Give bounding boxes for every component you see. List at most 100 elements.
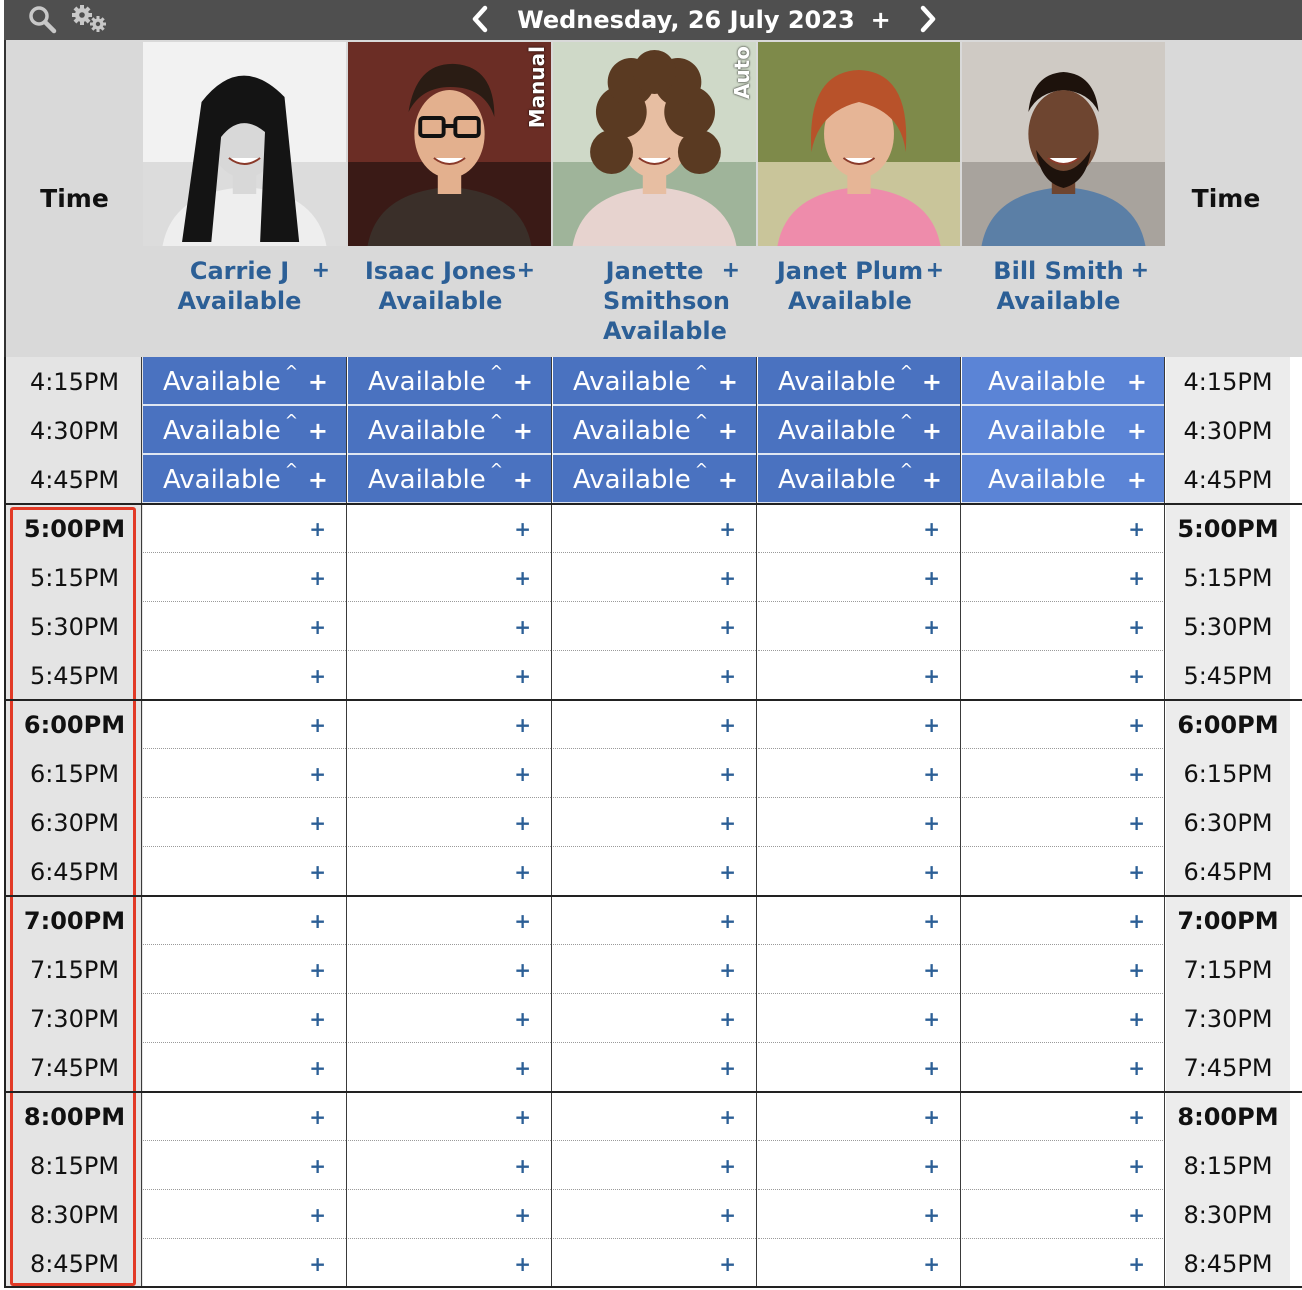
add-booking-button[interactable]: + <box>719 847 736 896</box>
available-label[interactable]: Available <box>988 406 1106 455</box>
empty-slot[interactable]: + <box>348 602 551 651</box>
empty-slot[interactable]: + <box>553 994 756 1043</box>
add-booking-button[interactable]: + <box>719 798 736 847</box>
add-booking-button[interactable]: + <box>1128 700 1145 749</box>
empty-slot[interactable]: + <box>962 553 1165 602</box>
staff-photo[interactable] <box>553 42 756 246</box>
add-booking-button[interactable]: + <box>309 896 326 945</box>
caret-up-icon[interactable]: ^ <box>285 411 298 430</box>
add-booking-button[interactable]: + <box>718 357 738 406</box>
caret-up-icon[interactable]: ^ <box>900 460 913 479</box>
add-booking-button[interactable]: + <box>923 553 940 602</box>
empty-slot[interactable]: + <box>758 602 960 651</box>
available-label[interactable]: Available <box>988 455 1106 504</box>
add-booking-button[interactable]: + <box>514 553 531 602</box>
available-slot[interactable]: Available ^ + <box>758 357 960 406</box>
add-booking-button[interactable]: + <box>922 455 942 504</box>
empty-slot[interactable]: + <box>348 700 551 749</box>
add-booking-button[interactable]: + <box>309 847 326 896</box>
add-booking-button[interactable]: + <box>513 406 533 455</box>
empty-slot[interactable]: + <box>348 798 551 847</box>
date-label[interactable]: Wednesday, 26 July 2023 <box>517 6 854 34</box>
add-booking-button[interactable]: + <box>718 406 738 455</box>
add-booking-button[interactable]: + <box>309 1092 326 1141</box>
add-booking-button[interactable]: + <box>1128 1141 1145 1190</box>
add-booking-button[interactable]: + <box>1128 553 1145 602</box>
add-date-button[interactable]: + <box>871 6 891 34</box>
available-label[interactable]: Available ^ <box>778 455 913 504</box>
empty-slot[interactable]: + <box>962 1141 1165 1190</box>
add-booking-button[interactable]: + <box>514 1092 531 1141</box>
add-booking-button[interactable]: + <box>514 896 531 945</box>
empty-slot[interactable]: + <box>348 1092 551 1141</box>
empty-slot[interactable]: + <box>143 1092 346 1141</box>
add-booking-button[interactable]: + <box>309 994 326 1043</box>
add-booking-button[interactable]: + <box>309 798 326 847</box>
empty-slot[interactable]: + <box>143 749 346 798</box>
add-booking-button[interactable]: + <box>1128 896 1145 945</box>
add-booking-button[interactable]: + <box>514 945 531 994</box>
add-booking-button[interactable]: + <box>309 553 326 602</box>
staff-name[interactable]: Janette Smithson <box>603 256 730 316</box>
add-booking-button[interactable]: + <box>923 1239 940 1288</box>
empty-slot[interactable]: + <box>758 798 960 847</box>
available-slot[interactable]: Available ^ + <box>553 357 756 406</box>
add-booking-button[interactable]: + <box>1128 847 1145 896</box>
empty-slot[interactable]: + <box>348 749 551 798</box>
add-booking-button[interactable]: + <box>719 651 736 700</box>
empty-slot[interactable]: + <box>553 1190 756 1239</box>
empty-slot[interactable]: + <box>758 994 960 1043</box>
add-booking-button[interactable]: + <box>719 1092 736 1141</box>
add-booking-button[interactable]: + <box>1128 798 1145 847</box>
add-booking-button[interactable]: + <box>1127 357 1147 406</box>
staff-name[interactable]: Carrie J <box>173 256 306 286</box>
add-booking-button[interactable]: + <box>309 700 326 749</box>
add-booking-button[interactable]: + <box>923 651 940 700</box>
empty-slot[interactable]: + <box>962 504 1165 553</box>
available-slot[interactable]: Available ^ + <box>758 455 960 504</box>
add-booking-button[interactable]: + <box>1128 1043 1145 1092</box>
empty-slot[interactable]: + <box>143 798 346 847</box>
empty-slot[interactable]: + <box>553 504 756 553</box>
staff-status[interactable]: Available <box>603 316 727 346</box>
empty-slot[interactable]: + <box>962 1190 1165 1239</box>
empty-slot[interactable]: + <box>348 994 551 1043</box>
add-booking-button[interactable]: + <box>923 700 940 749</box>
add-booking-button[interactable]: + <box>308 455 328 504</box>
add-booking-button[interactable]: + <box>719 602 736 651</box>
empty-slot[interactable]: + <box>553 798 756 847</box>
caret-up-icon[interactable]: ^ <box>285 362 298 381</box>
empty-slot[interactable]: + <box>143 945 346 994</box>
empty-slot[interactable]: + <box>758 749 960 798</box>
empty-slot[interactable]: + <box>553 602 756 651</box>
available-slot[interactable]: Available ^ + <box>348 406 551 455</box>
empty-slot[interactable]: + <box>758 553 960 602</box>
add-booking-button[interactable]: + <box>514 847 531 896</box>
add-booking-button[interactable]: + <box>514 1043 531 1092</box>
empty-slot[interactable]: + <box>348 945 551 994</box>
add-booking-button[interactable]: + <box>513 455 533 504</box>
add-booking-button[interactable]: + <box>1127 406 1147 455</box>
add-booking-button[interactable]: + <box>309 1141 326 1190</box>
available-slot[interactable]: Available + <box>962 455 1165 504</box>
add-booking-button[interactable]: + <box>719 945 736 994</box>
available-slot[interactable]: Available ^ + <box>553 406 756 455</box>
staff-name[interactable]: Bill Smith <box>992 256 1125 286</box>
staff-name[interactable]: Isaac Jones <box>360 256 521 286</box>
add-booking-button[interactable]: + <box>923 749 940 798</box>
add-booking-button[interactable]: + <box>923 1141 940 1190</box>
empty-slot[interactable]: + <box>553 749 756 798</box>
staff-name[interactable]: Janet Plum <box>770 256 930 286</box>
empty-slot[interactable]: + <box>553 896 756 945</box>
add-booking-button[interactable]: + <box>923 602 940 651</box>
available-label[interactable]: Available ^ <box>163 357 298 406</box>
add-booking-button[interactable]: + <box>514 602 531 651</box>
add-booking-button[interactable]: + <box>1128 602 1145 651</box>
empty-slot[interactable]: + <box>553 1141 756 1190</box>
empty-slot[interactable]: + <box>962 896 1165 945</box>
empty-slot[interactable]: + <box>143 700 346 749</box>
caret-up-icon[interactable]: ^ <box>695 411 708 430</box>
add-booking-button[interactable]: + <box>1128 994 1145 1043</box>
add-booking-button[interactable]: + <box>309 651 326 700</box>
staff-photo[interactable] <box>348 42 551 246</box>
